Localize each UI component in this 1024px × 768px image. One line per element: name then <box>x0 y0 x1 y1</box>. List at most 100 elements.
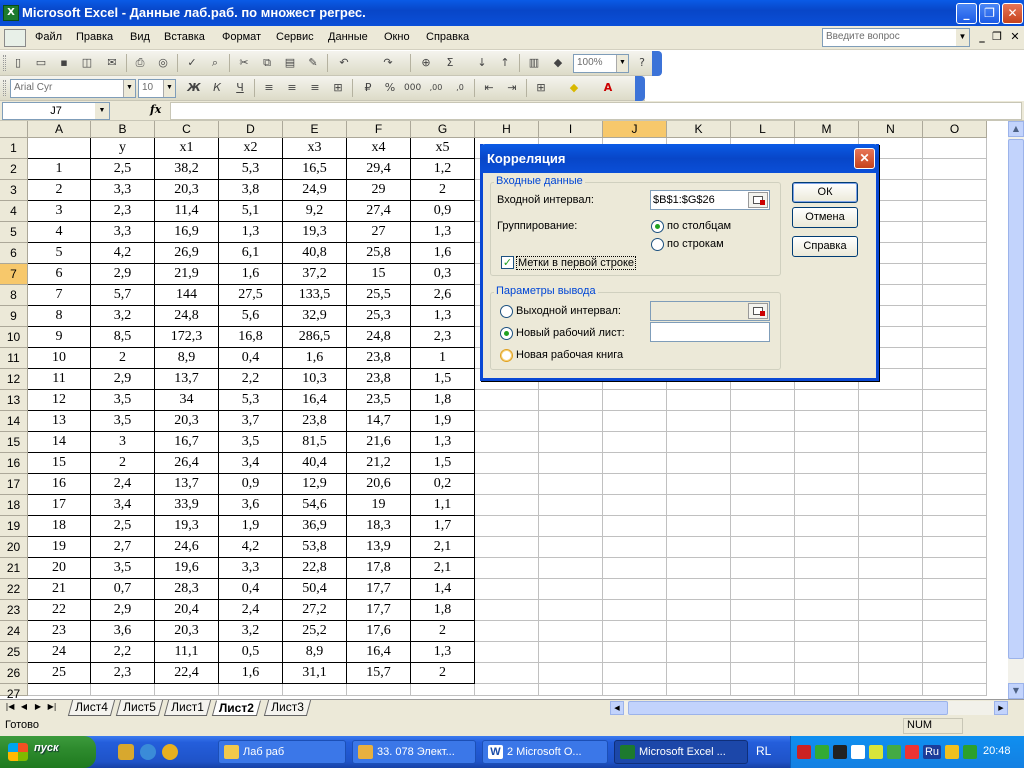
cell-G10[interactable]: 2,3 <box>411 327 475 348</box>
cell-J25[interactable] <box>603 642 667 663</box>
cell-K26[interactable] <box>667 663 731 684</box>
chevron-down-icon[interactable]: ▼ <box>163 80 175 97</box>
cell-E4[interactable]: 9,2 <box>283 201 347 222</box>
cell-D12[interactable]: 2,2 <box>219 369 283 390</box>
cell-D4[interactable]: 5,1 <box>219 201 283 222</box>
cell-G26[interactable]: 2 <box>411 663 475 684</box>
by-rows-radio[interactable] <box>651 238 664 251</box>
cell-C3[interactable]: 20,3 <box>155 180 219 201</box>
cell-A8[interactable]: 7 <box>28 285 91 306</box>
undo-icon[interactable]: ↶ <box>336 55 352 71</box>
cell-N22[interactable] <box>859 579 923 600</box>
cell-K13[interactable] <box>667 390 731 411</box>
row-header-27[interactable]: 27 <box>0 684 28 701</box>
cell-M15[interactable] <box>795 432 859 453</box>
cell-A7[interactable]: 6 <box>28 264 91 285</box>
first-sheet-icon[interactable]: |◀ <box>4 702 16 711</box>
cell-G5[interactable]: 1,3 <box>411 222 475 243</box>
cell-H15[interactable] <box>475 432 539 453</box>
cell-L17[interactable] <box>731 474 795 495</box>
cell-J20[interactable] <box>603 537 667 558</box>
cell-C23[interactable]: 20,4 <box>155 600 219 621</box>
row-header-12[interactable]: 12 <box>0 369 28 390</box>
row-header-19[interactable]: 19 <box>0 516 28 537</box>
doc-minimize-button[interactable]: _ <box>975 30 989 43</box>
cell-O20[interactable] <box>923 537 987 558</box>
fill-color-icon[interactable]: ◆ <box>566 80 582 96</box>
formula-input[interactable] <box>170 102 1022 120</box>
cell-B27[interactable] <box>91 684 155 696</box>
cell-O3[interactable] <box>923 180 987 201</box>
cell-A27[interactable] <box>28 684 91 696</box>
cell-B1[interactable]: y <box>91 138 155 159</box>
cell-F1[interactable]: x4 <box>347 138 411 159</box>
cell-L14[interactable] <box>731 411 795 432</box>
cell-H18[interactable] <box>475 495 539 516</box>
cell-J17[interactable] <box>603 474 667 495</box>
menu-help[interactable]: Справка <box>426 31 469 43</box>
cell-D10[interactable]: 16,8 <box>219 327 283 348</box>
cell-H14[interactable] <box>475 411 539 432</box>
cell-E21[interactable]: 22,8 <box>283 558 347 579</box>
cell-G27[interactable] <box>411 684 475 696</box>
cell-F24[interactable]: 17,6 <box>347 621 411 642</box>
cell-H22[interactable] <box>475 579 539 600</box>
cell-L13[interactable] <box>731 390 795 411</box>
percent-icon[interactable]: % <box>382 80 398 96</box>
cell-G15[interactable]: 1,3 <box>411 432 475 453</box>
save-icon[interactable]: ▪ <box>56 55 72 71</box>
cell-O16[interactable] <box>923 453 987 474</box>
task-word[interactable]: W 2 Microsoft O... <box>482 740 608 764</box>
cell-N15[interactable] <box>859 432 923 453</box>
column-header-m[interactable]: M <box>795 121 859 138</box>
cell-A17[interactable]: 16 <box>28 474 91 495</box>
cell-O25[interactable] <box>923 642 987 663</box>
spelling-icon[interactable]: ✓ <box>184 55 200 71</box>
scroll-left-icon[interactable]: ◀ <box>610 701 624 715</box>
cell-B12[interactable]: 2,9 <box>91 369 155 390</box>
cell-J18[interactable] <box>603 495 667 516</box>
cell-K17[interactable] <box>667 474 731 495</box>
cell-E25[interactable]: 8,9 <box>283 642 347 663</box>
new-icon[interactable]: ▯ <box>10 55 26 71</box>
cell-F3[interactable]: 29 <box>347 180 411 201</box>
task-lab-folder[interactable]: Лаб раб <box>218 740 346 764</box>
cell-O23[interactable] <box>923 600 987 621</box>
cell-E5[interactable]: 19,3 <box>283 222 347 243</box>
cell-F14[interactable]: 14,7 <box>347 411 411 432</box>
prev-sheet-icon[interactable]: ◀ <box>18 702 30 711</box>
insert-function-icon[interactable]: fx <box>150 103 161 116</box>
cell-F18[interactable]: 19 <box>347 495 411 516</box>
cell-I25[interactable] <box>539 642 603 663</box>
cell-O21[interactable] <box>923 558 987 579</box>
cell-E7[interactable]: 37,2 <box>283 264 347 285</box>
cell-D27[interactable] <box>219 684 283 696</box>
cell-A20[interactable]: 19 <box>28 537 91 558</box>
restore-button[interactable]: ❐ <box>979 3 1000 24</box>
tab-sheet3[interactable]: Лист3 <box>263 700 311 716</box>
cell-A19[interactable]: 18 <box>28 516 91 537</box>
cell-K21[interactable] <box>667 558 731 579</box>
cell-K18[interactable] <box>667 495 731 516</box>
cell-C11[interactable]: 8,9 <box>155 348 219 369</box>
decrease-decimal-icon[interactable]: ,0 <box>452 80 468 96</box>
font-select[interactable]: Arial Cyr ▼ <box>10 79 136 98</box>
input-range-field[interactable]: $B$1:$G$26 <box>650 190 770 210</box>
cell-C26[interactable]: 22,4 <box>155 663 219 684</box>
tray-usb-icon[interactable] <box>945 745 959 759</box>
row-header-8[interactable]: 8 <box>0 285 28 306</box>
menu-edit[interactable]: Правка <box>76 31 113 43</box>
cell-A24[interactable]: 23 <box>28 621 91 642</box>
cell-C17[interactable]: 13,7 <box>155 474 219 495</box>
cell-G3[interactable]: 2 <box>411 180 475 201</box>
cell-L16[interactable] <box>731 453 795 474</box>
cell-N19[interactable] <box>859 516 923 537</box>
column-header-j[interactable]: J <box>603 121 667 138</box>
cell-K15[interactable] <box>667 432 731 453</box>
tray-media-icon[interactable] <box>851 745 865 759</box>
cell-G18[interactable]: 1,1 <box>411 495 475 516</box>
row-header-5[interactable]: 5 <box>0 222 28 243</box>
row-header-18[interactable]: 18 <box>0 495 28 516</box>
cell-F26[interactable]: 15,7 <box>347 663 411 684</box>
cell-J15[interactable] <box>603 432 667 453</box>
